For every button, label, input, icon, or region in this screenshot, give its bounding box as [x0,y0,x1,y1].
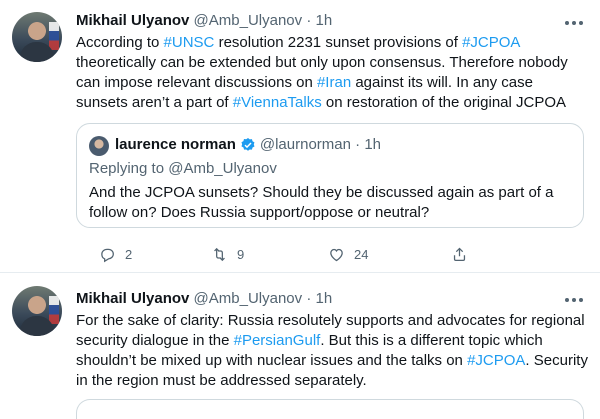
hashtag-link[interactable]: #PersianGulf [234,332,321,349]
replying-to: Replying to @Amb_Ulyanov [89,160,277,177]
author-handle[interactable]: @Amb_Ulyanov [194,12,303,29]
like-count: 24 [354,246,369,262]
verified-icon [241,138,255,151]
retweet-icon [214,247,225,261]
tweet-text: For the sake of clarity: Russia resolute… [76,311,588,391]
retweet-button[interactable]: 9 [211,244,244,264]
share-icon [453,247,466,261]
hashtag-link[interactable]: #ViennaTalks [233,94,322,111]
hashtag-link[interactable]: #UNSC [164,34,215,51]
quoted-text: And the JCPOA sunsets? Should they be di… [89,184,554,221]
quoted-timestamp: 1h [364,136,382,153]
text-segment: resolution 2231 sunset provisions of [214,34,463,51]
quoted-header: laurence norman @laurnorman · 1h [115,135,381,155]
tweet-header: Mikhail Ulyanov @Amb_Ulyanov · 1h [76,289,332,309]
avatar[interactable] [12,286,62,336]
timestamp[interactable]: 1h [316,290,333,307]
quoted-author-name: laurence norman [115,136,236,153]
hashtag-link[interactable]: #JCPOA [462,34,520,51]
author-name[interactable]: Mikhail Ulyanov [76,290,189,307]
timestamp[interactable]: 1h [316,12,333,29]
quoted-author-handle: @laurnorman [259,136,351,153]
author-name[interactable]: Mikhail Ulyanov [76,12,189,29]
tweet[interactable]: Mikhail Ulyanov @Amb_Ulyanov · 1h Accord… [0,0,600,273]
action-bar: 2 9 24 [76,244,496,264]
reply-count: 2 [125,246,133,262]
more-icon[interactable] [562,290,586,310]
separator: · [355,136,361,153]
more-icon[interactable] [562,13,586,33]
tweet[interactable]: Mikhail Ulyanov @Amb_Ulyanov · 1h For th… [0,273,600,419]
separator: · [306,290,312,307]
author-handle[interactable]: @Amb_Ulyanov [194,290,303,307]
flag-graphic [49,22,59,50]
text-segment: According to [76,34,164,51]
tweet-header: Mikhail Ulyanov @Amb_Ulyanov · 1h [76,11,332,31]
reply-icon [101,248,114,262]
share-button[interactable] [451,244,468,264]
quoted-avatar [89,136,109,156]
reply-button[interactable]: 2 [99,244,132,264]
hashtag-link[interactable]: #JCPOA [467,352,525,369]
quoted-tweet[interactable] [76,399,584,419]
separator: · [306,12,312,29]
text-segment: on restoration of the original JCPOA [321,94,567,111]
retweet-count: 9 [237,246,245,262]
like-icon [330,248,343,261]
avatar[interactable] [12,12,62,62]
hashtag-link[interactable]: #Iran [317,74,351,91]
like-button[interactable]: 24 [328,244,368,264]
flag-graphic [49,296,59,324]
tweet-text: According to #UNSC resolution 2231 sunse… [76,33,588,113]
quoted-tweet[interactable]: laurence norman @laurnorman · 1h Replyin… [76,123,584,228]
